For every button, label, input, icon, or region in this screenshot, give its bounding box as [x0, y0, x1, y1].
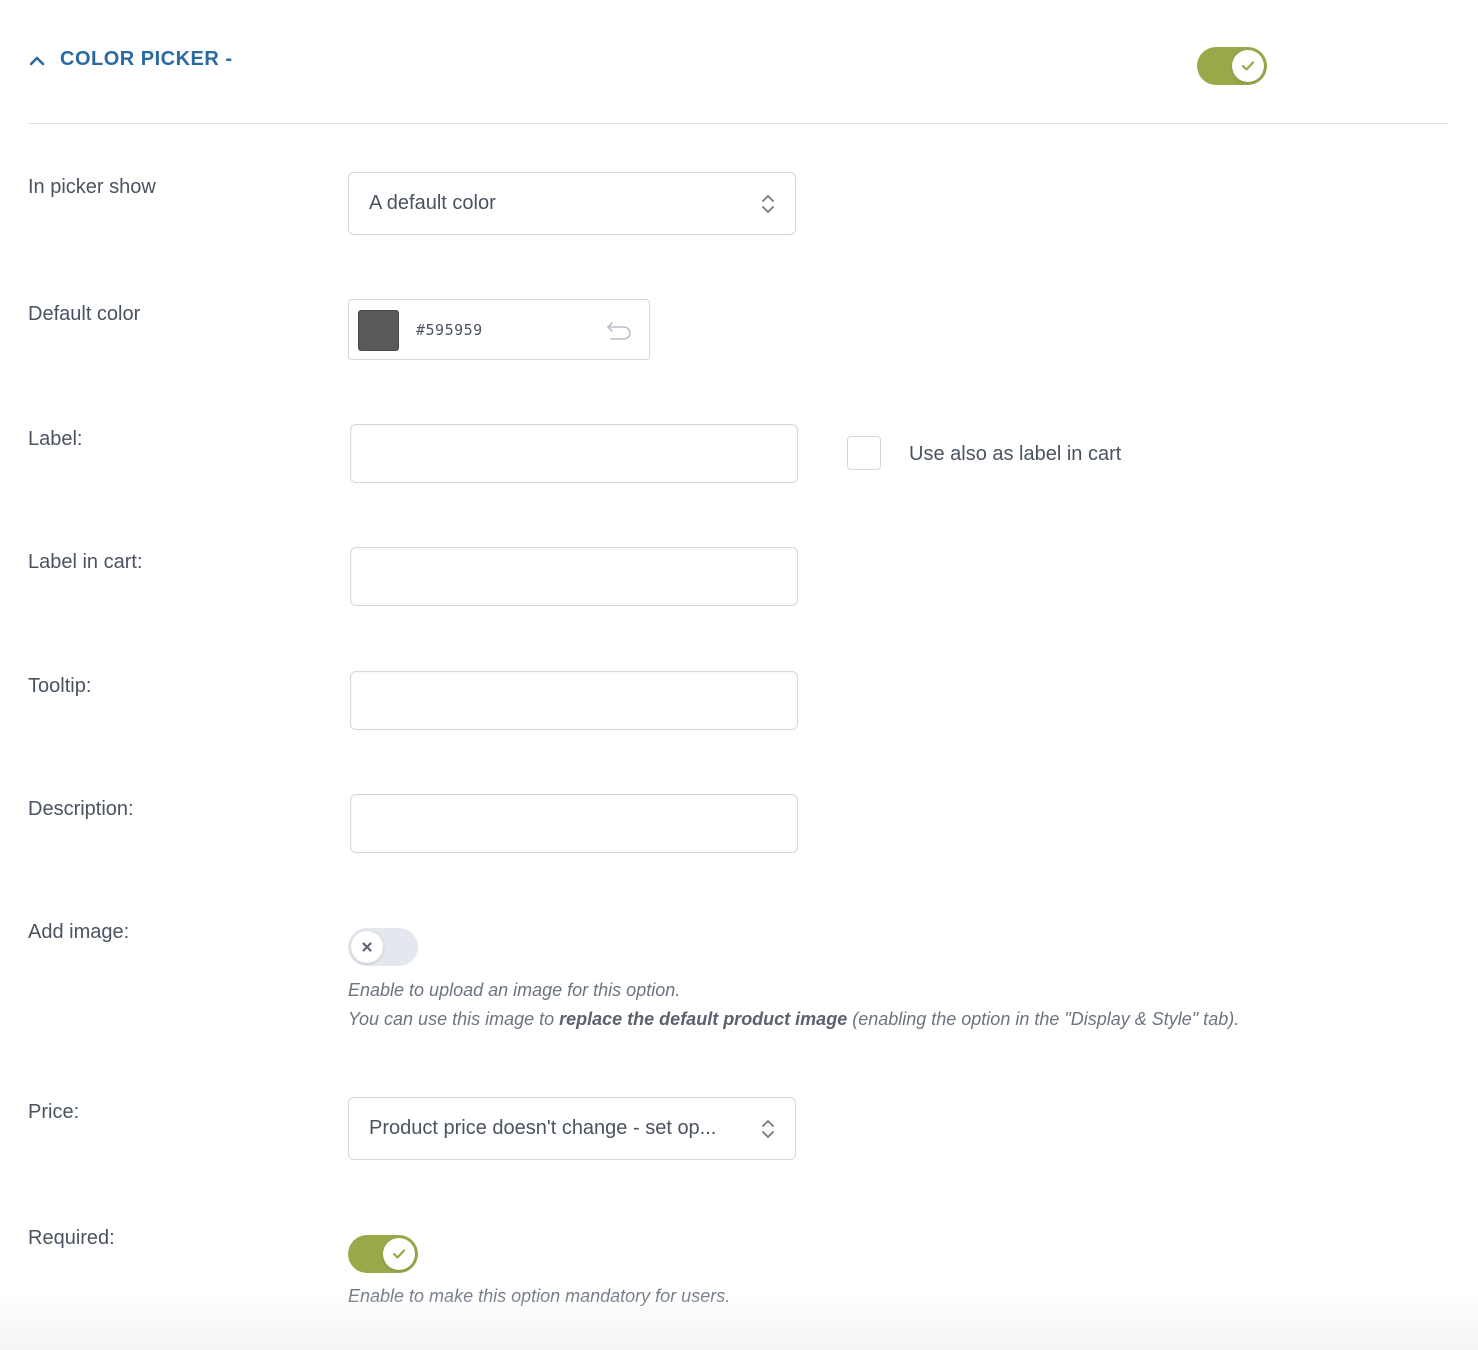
- label-in-cart-label: Label in cart:: [28, 551, 143, 573]
- use-as-cart-label-text: Use also as label in cart: [909, 443, 1122, 465]
- description-input[interactable]: [350, 794, 798, 853]
- add-image-toggle[interactable]: [348, 928, 418, 966]
- price-label: Price:: [28, 1101, 80, 1123]
- section-enable-toggle[interactable]: [1197, 47, 1267, 85]
- price-select[interactable]: Product price doesn't change - set op...: [348, 1097, 796, 1160]
- add-image-help-suffix: (enabling the option in the "Display & S…: [847, 1009, 1240, 1029]
- description-label: Description:: [28, 798, 134, 820]
- default-color-label: Default color: [28, 303, 141, 325]
- add-image-help-bold: replace the default product image: [559, 1009, 848, 1029]
- updown-chevron-icon: [761, 1117, 775, 1141]
- undo-icon[interactable]: [605, 318, 633, 342]
- color-hex-value[interactable]: #595959: [416, 321, 483, 339]
- tooltip-label: Tooltip:: [28, 675, 92, 697]
- color-picker-panel: COLOR PICKER - In picker show A default …: [0, 0, 1478, 1350]
- add-image-help-prefix: You can use this image to: [348, 1009, 560, 1029]
- tooltip-input[interactable]: [350, 671, 798, 730]
- color-swatch[interactable]: [358, 310, 399, 351]
- required-help: Enable to make this option mandatory for…: [348, 1286, 731, 1306]
- picker-show-label: In picker show: [28, 176, 156, 198]
- section-title[interactable]: COLOR PICKER -: [60, 48, 233, 71]
- label-in-cart-input[interactable]: [350, 547, 798, 606]
- check-icon: [1232, 50, 1264, 82]
- use-as-cart-label-checkbox[interactable]: [847, 436, 881, 470]
- add-image-help-line2: You can use this image to replace the de…: [348, 1005, 1239, 1034]
- picker-show-select[interactable]: A default color: [348, 172, 796, 235]
- x-icon: [351, 931, 383, 963]
- add-image-label: Add image:: [28, 921, 130, 943]
- default-color-field: #595959: [348, 299, 650, 360]
- required-toggle[interactable]: [348, 1235, 418, 1273]
- add-image-help-line1: Enable to upload an image for this optio…: [348, 980, 681, 1000]
- label-input[interactable]: [350, 424, 798, 483]
- chevron-up-icon[interactable]: [28, 52, 46, 70]
- price-value: Product price doesn't change - set op...: [369, 1117, 717, 1139]
- add-image-help: Enable to upload an image for this optio…: [348, 976, 1239, 1034]
- updown-chevron-icon: [761, 192, 775, 216]
- required-label: Required:: [28, 1227, 115, 1249]
- label-field-label: Label:: [28, 428, 83, 450]
- header-divider: [28, 123, 1448, 124]
- check-icon: [383, 1238, 415, 1270]
- picker-show-value: A default color: [369, 192, 496, 214]
- bottom-fade: [0, 1290, 1478, 1350]
